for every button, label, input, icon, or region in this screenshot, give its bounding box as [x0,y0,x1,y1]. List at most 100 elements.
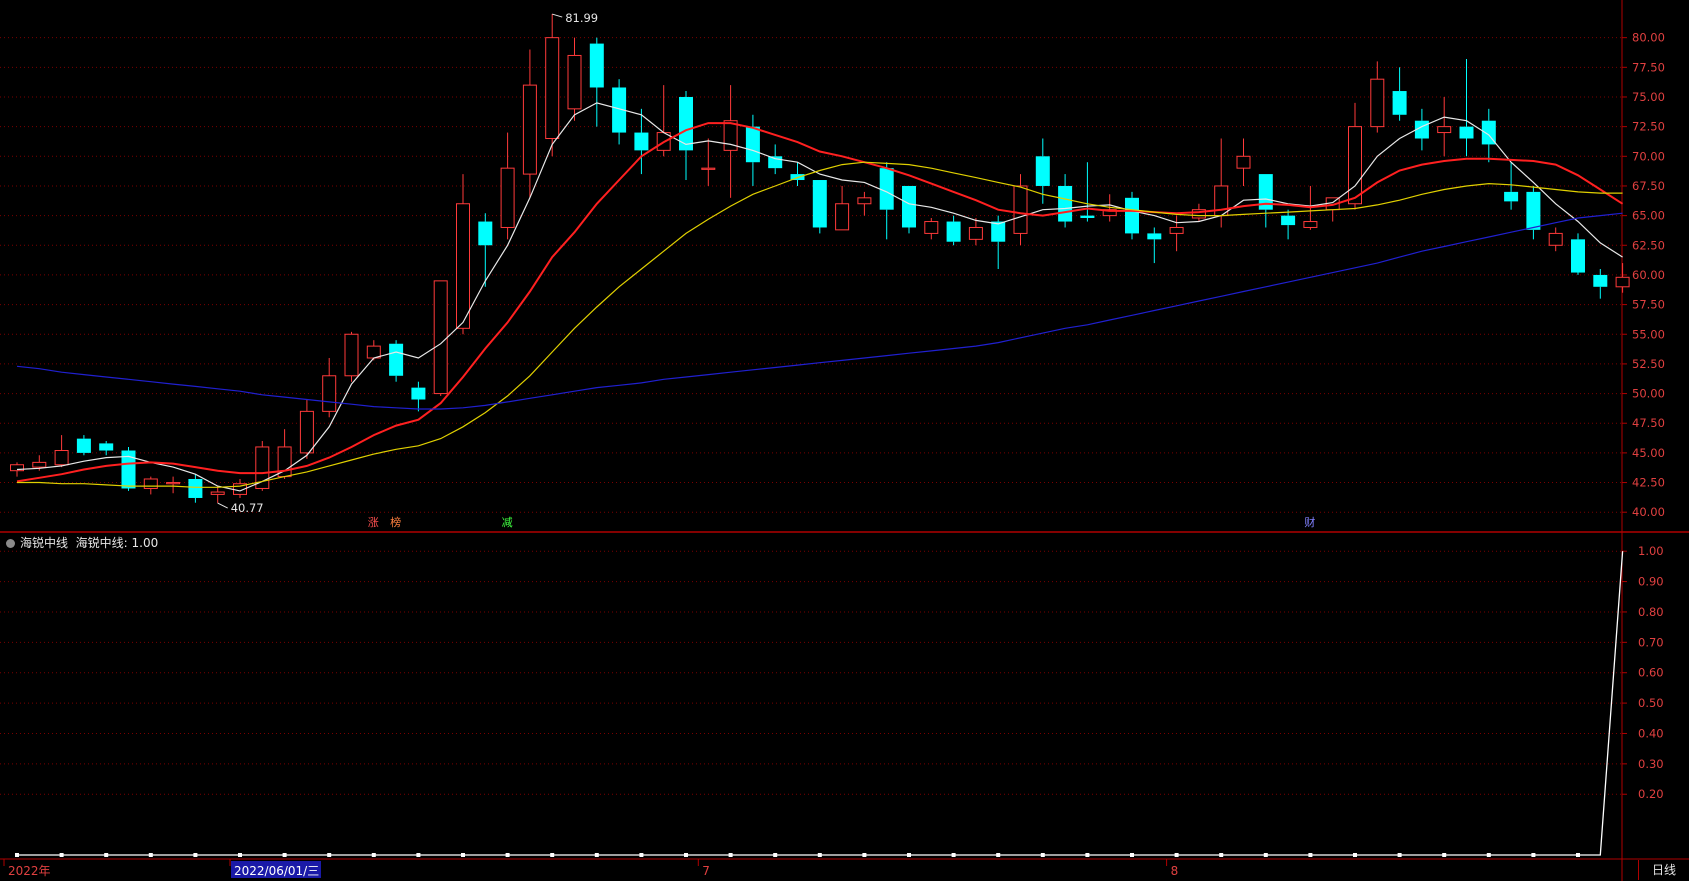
indicator-point [550,853,555,857]
high-price-label: 81.99 [565,11,598,25]
indicator-point [1397,853,1402,857]
indicator-point [1353,853,1357,857]
candle [545,14,560,157]
low-price-label: 40.77 [231,501,264,515]
candle [188,474,203,503]
candle-body-down [902,185,916,228]
candle-body-up [835,203,850,231]
indicator-tick-label: 1.00 [1638,544,1664,558]
candle-body-down [188,478,203,498]
candle [522,49,537,198]
candle [411,381,426,412]
indicator-tick-label: 0.30 [1638,757,1664,771]
indicator-settings-icon[interactable] [6,539,15,548]
candle-body-up [1236,155,1251,169]
moving-average-lines [16,102,1624,492]
candle-body-up [1615,276,1630,288]
candle-body-down [478,221,493,246]
candle [812,180,827,234]
indicator-point [951,853,956,857]
candle [1392,67,1407,121]
candle [701,138,716,186]
stock-chart[interactable]: 80.00 77.50 75.00 72.50 70.00 67.50 65.00 62.50… [0,0,1689,881]
candle-body-down [99,443,114,451]
indicator-point [1308,853,1313,857]
price-tick-label: 72.50 [1632,120,1665,134]
candle-body-down [1571,239,1585,273]
candle-body-up [1348,126,1362,205]
candle-body-up [701,167,716,170]
indicator-point [907,853,911,857]
indicator-name: 海锐中线 [20,536,69,550]
indicator-point [862,853,867,857]
candle [433,280,448,396]
candle [456,174,470,335]
indicator-point [1576,853,1580,857]
candle [1370,61,1385,133]
candle [389,340,404,382]
indicator-point [639,853,644,857]
candle [54,435,69,468]
candle [1526,185,1541,240]
indicator-title[interactable]: 海锐中线 海锐中线: 1.00 [6,534,158,551]
ma-line-4 [16,212,1623,410]
candle-body-up [54,450,69,466]
price-tick-label: 50.00 [1632,387,1665,401]
candle-body-down [389,343,404,376]
candlestick-series [10,14,1630,504]
candle-body-up [32,461,47,468]
indicator-point [59,853,64,857]
candle-body-down [1593,274,1608,287]
indicator-point [104,853,109,857]
candle-body-up [166,482,181,485]
candle-body-down [946,221,961,242]
price-tick-label: 60.00 [1632,268,1665,282]
candle-body-up [433,280,448,395]
price-tick-label: 52.50 [1632,357,1665,371]
event-marker: 涨 [368,516,379,529]
candle [835,185,850,231]
date-label: 8 [1171,864,1179,878]
indicator-tick-label: 0.60 [1638,666,1664,680]
indicator-panel [15,551,1624,857]
event-marker: 榜 [390,515,401,529]
indicator-axis: 1.00 0.90 0.80 0.70 0.60 0.50 0.40 0.30 0.20 [0,544,1664,801]
ma-line-2 [16,122,1624,483]
candle-body-up [344,333,359,377]
candle [1548,227,1563,252]
indicator-point [1085,853,1090,857]
candle [1258,174,1273,228]
indicator-point [1442,853,1447,857]
price-tick-label: 70.00 [1632,149,1665,163]
price-tick-label: 77.50 [1632,60,1665,74]
price-tick-label: 80.00 [1632,31,1665,45]
candle [76,435,91,456]
indicator-point [1531,853,1536,857]
candle [879,162,894,240]
candle-body-down [1459,126,1474,139]
indicator-point [1040,853,1045,857]
candle-body-down [411,387,426,400]
indicator-line [17,551,1624,856]
candle-body-up [567,54,582,110]
event-marker: 财 [1304,515,1315,529]
high-pointer [552,13,563,18]
candle-body-up [1370,78,1385,128]
candle-body-down [812,180,827,228]
candle [1615,263,1630,293]
candle [679,91,693,181]
low-pointer [217,502,228,509]
candle-body-down [1504,191,1519,202]
candle-body-up [857,197,872,205]
indicator-point [148,853,153,857]
candle-body-up [522,84,537,175]
candle-body-up [545,37,560,140]
price-tick-label: 47.50 [1632,416,1665,430]
ma-line-1 [16,102,1623,492]
indicator-point [1130,853,1134,857]
price-tick-label: 67.50 [1632,179,1665,193]
indicator-tick-label: 0.70 [1638,635,1664,649]
period-button[interactable]: 日线 [1638,860,1689,880]
candle [790,162,805,186]
indicator-point [1174,853,1179,857]
